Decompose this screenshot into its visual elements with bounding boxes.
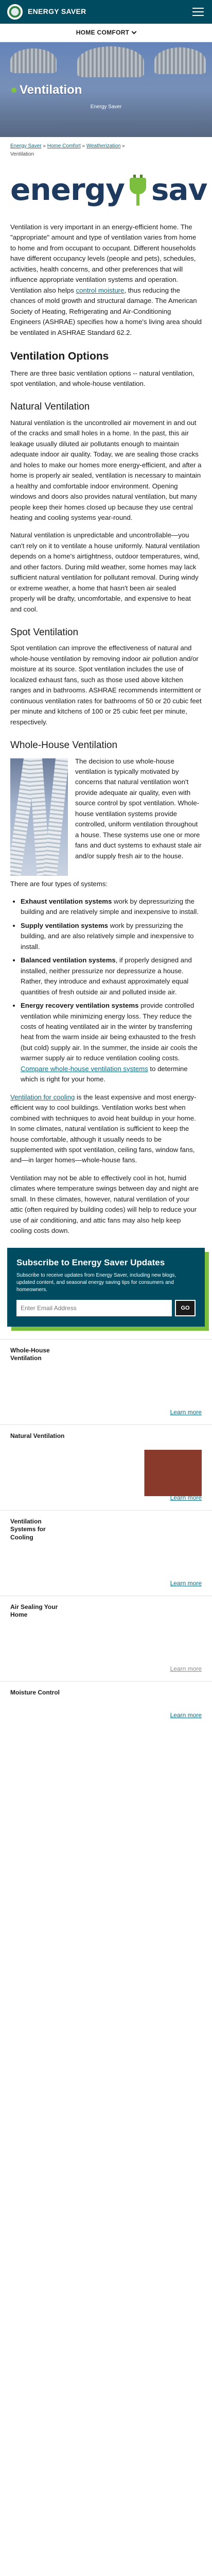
- subscribe-text: Subscribe to receive updates from Energy…: [16, 1272, 176, 1293]
- subscribe-go-button[interactable]: GO: [175, 1299, 196, 1316]
- ventilation-options-heading: Ventilation Options: [10, 350, 109, 362]
- green-dot-icon: [11, 87, 16, 93]
- intro-paragraph: Ventilation is very important in an ener…: [10, 223, 202, 336]
- related-card-title[interactable]: Ventilation Systems for Cooling: [10, 1518, 68, 1542]
- control-moisture-link[interactable]: control moisture: [76, 286, 125, 294]
- roof-vent-image: [77, 46, 144, 77]
- window-thumbnail: [10, 1449, 202, 1496]
- learn-more-link[interactable]: Learn more: [170, 1664, 202, 1674]
- breadcrumb-separator: »: [82, 143, 85, 149]
- spot-ventilation-heading: Spot Ventilation: [10, 627, 79, 638]
- related-card-title[interactable]: Air Sealing Your Home: [10, 1603, 68, 1619]
- breadcrumb-home-comfort[interactable]: Home Comfort: [47, 143, 81, 149]
- related-card[interactable]: Natural Ventilation Learn more: [0, 1424, 212, 1510]
- learn-more-link[interactable]: Learn more: [170, 1579, 202, 1588]
- related-card[interactable]: Ventilation Systems for Cooling Learn mo…: [0, 1510, 212, 1596]
- doe-seal-logo[interactable]: [7, 4, 23, 20]
- learn-more-link[interactable]: Learn more: [170, 1710, 202, 1720]
- main-content: Ventilation is very important in an ener…: [0, 222, 212, 1236]
- logo-text-energy: energy: [10, 172, 125, 208]
- whole-house-paragraph-2: There are four types of systems:: [10, 879, 108, 888]
- home-comfort-dropdown[interactable]: HOME COMFORT: [76, 28, 137, 38]
- system-types-list: Exhaust ventilation systems work by depr…: [21, 896, 202, 1085]
- roof-vent-image: [154, 47, 206, 74]
- hero-subtitle: Energy Saver: [90, 104, 122, 110]
- site-header: ENERGY SAVER: [0, 0, 212, 24]
- related-card[interactable]: Moisture Control Learn more: [0, 1681, 212, 1727]
- natural-paragraph-2: Natural ventilation is unpredictable and…: [10, 531, 200, 613]
- related-card-title[interactable]: Moisture Control: [10, 1689, 68, 1697]
- related-card-title[interactable]: Whole-House Ventilation: [10, 1347, 68, 1363]
- subscribe-form: GO: [16, 1299, 196, 1316]
- hero-title: Ventilation: [11, 80, 82, 99]
- compare-systems-link[interactable]: Compare whole-house ventilation systems: [21, 1065, 148, 1073]
- natural-ventilation-heading: Natural Ventilation: [10, 401, 90, 413]
- site-brand[interactable]: ENERGY SAVER: [28, 6, 86, 18]
- breadcrumb-energy-saver[interactable]: Energy Saver: [10, 143, 42, 149]
- learn-more-link[interactable]: Learn more: [170, 1408, 202, 1417]
- related-card-title[interactable]: Natural Ventilation: [10, 1432, 68, 1440]
- menu-icon[interactable]: [192, 8, 204, 16]
- roof-vent-image: [10, 48, 57, 73]
- learn-more-link[interactable]: Learn more: [170, 1493, 202, 1503]
- breadcrumb: Energy Saver » Home Comfort » Weatheriza…: [0, 137, 212, 150]
- list-item: Balanced ventilation systems, if properl…: [21, 955, 202, 997]
- spot-paragraph: Spot ventilation can improve the effecti…: [10, 644, 202, 726]
- breadcrumb-current: Ventilation: [10, 151, 34, 157]
- list-item: Supply ventilation systems work by press…: [21, 921, 202, 952]
- related-content: Whole-House Ventilation Learn more Natur…: [0, 1338, 212, 1727]
- chevron-down-icon: [131, 29, 137, 35]
- related-card[interactable]: Air Sealing Your Home Learn more: [0, 1595, 212, 1681]
- list-item: Exhaust ventilation systems work by depr…: [21, 896, 202, 918]
- ductwork-image: [10, 758, 68, 876]
- breadcrumb-separator: »: [122, 143, 125, 149]
- hero-title-text: Ventilation: [20, 83, 82, 97]
- subscribe-box: Subscribe to Energy Saver Updates Subscr…: [7, 1247, 205, 1327]
- whole-house-heading: Whole-House Ventilation: [10, 740, 118, 751]
- list-item: Energy recovery ventilation systems prov…: [21, 1001, 202, 1085]
- hero-banner: Ventilation Energy Saver: [0, 42, 212, 137]
- section-nav: HOME COMFORT: [0, 24, 212, 42]
- cooling-paragraph-2: Ventilation may not be able to effective…: [10, 1174, 199, 1235]
- options-paragraph: There are three basic ventilation option…: [10, 369, 195, 387]
- breadcrumb-weatherization[interactable]: Weatherization: [86, 143, 121, 149]
- energy-saver-logo: energy sav: [0, 158, 212, 222]
- related-card[interactable]: Whole-House Ventilation Learn more: [0, 1338, 212, 1425]
- ventilation-for-cooling-link[interactable]: Ventilation for cooling: [10, 1093, 75, 1101]
- subscribe-title: Subscribe to Energy Saver Updates: [16, 1257, 165, 1267]
- cooling-paragraph-1: Ventilation for cooling is the least exp…: [10, 1093, 197, 1164]
- logo-text-saver: sav: [151, 172, 207, 208]
- plug-icon: [128, 175, 148, 206]
- breadcrumb-separator: »: [43, 143, 46, 149]
- email-field[interactable]: [16, 1299, 172, 1316]
- natural-paragraph-1: Natural ventilation is the uncontrolled …: [10, 418, 202, 521]
- home-comfort-label: HOME COMFORT: [76, 29, 130, 37]
